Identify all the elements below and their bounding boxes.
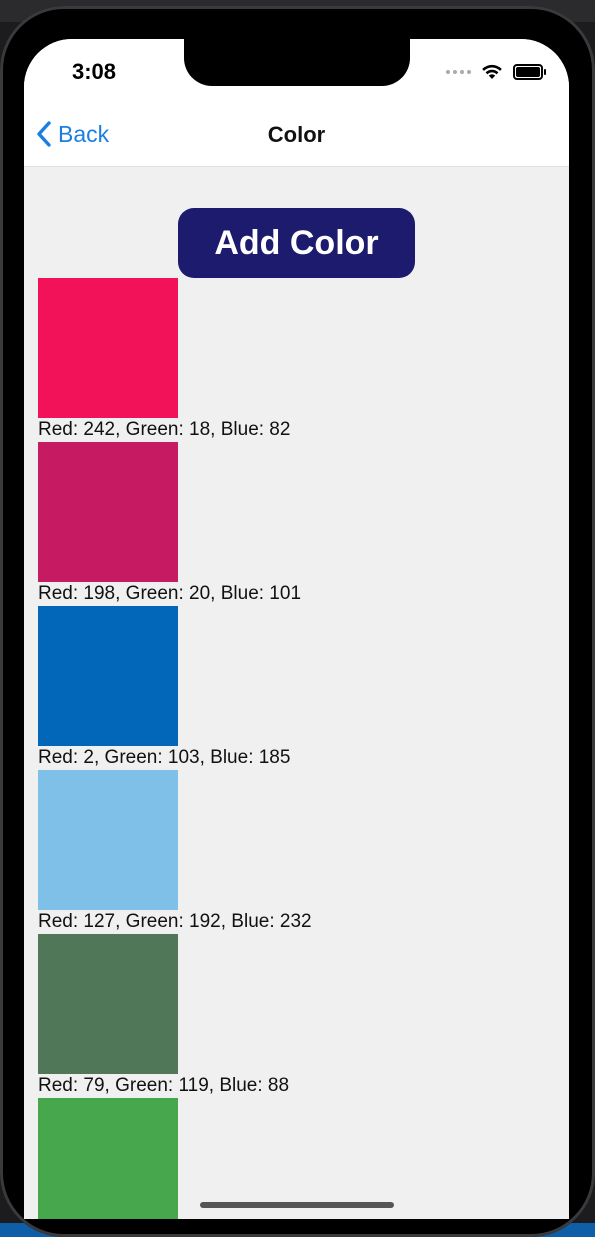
status-icons <box>446 64 546 80</box>
color-label: Red: 2, Green: 103, Blue: 185 <box>38 747 291 768</box>
color-swatch <box>38 934 178 1074</box>
color-item: Red: 242, Green: 18, Blue: 82 <box>38 278 558 442</box>
navigation-bar: Back Color <box>24 103 569 167</box>
add-color-button[interactable]: Add Color <box>178 208 415 278</box>
color-label: Red: 242, Green: 18, Blue: 82 <box>38 419 291 440</box>
color-list: Red: 242, Green: 18, Blue: 82 Red: 198, … <box>38 278 558 1219</box>
color-swatch <box>38 770 178 910</box>
signal-icon <box>446 70 471 74</box>
home-indicator[interactable] <box>200 1202 394 1208</box>
page-title: Color <box>267 122 326 147</box>
wifi-icon <box>482 64 502 79</box>
color-label: Red: 127, Green: 192, Blue: 232 <box>38 911 312 932</box>
color-label: Red: 79, Green: 119, Blue: 88 <box>38 1075 290 1096</box>
phone-frame: 3:08 Back Color Add Color Red: 242, Gree… <box>0 6 595 1237</box>
color-swatch <box>38 442 178 582</box>
color-label: Red: 198, Green: 20, Blue: 101 <box>38 583 302 604</box>
status-time: 3:08 <box>72 59 117 84</box>
color-item: Red: 79, Green: 119, Blue: 88 <box>38 934 558 1098</box>
color-swatch <box>38 278 178 418</box>
phone-screen: 3:08 Back Color Add Color Red: 242, Gree… <box>24 39 569 1219</box>
color-swatch <box>38 606 178 746</box>
color-content[interactable]: Add Color Red: 242, Green: 18, Blue: 82 … <box>24 167 569 1219</box>
color-item <box>38 1098 558 1219</box>
color-item: Red: 2, Green: 103, Blue: 185 <box>38 606 558 770</box>
color-item: Red: 198, Green: 20, Blue: 101 <box>38 442 558 606</box>
device-notch <box>184 39 410 86</box>
battery-icon <box>513 64 546 80</box>
color-swatch <box>38 1098 178 1219</box>
color-item: Red: 127, Green: 192, Blue: 232 <box>38 770 558 934</box>
